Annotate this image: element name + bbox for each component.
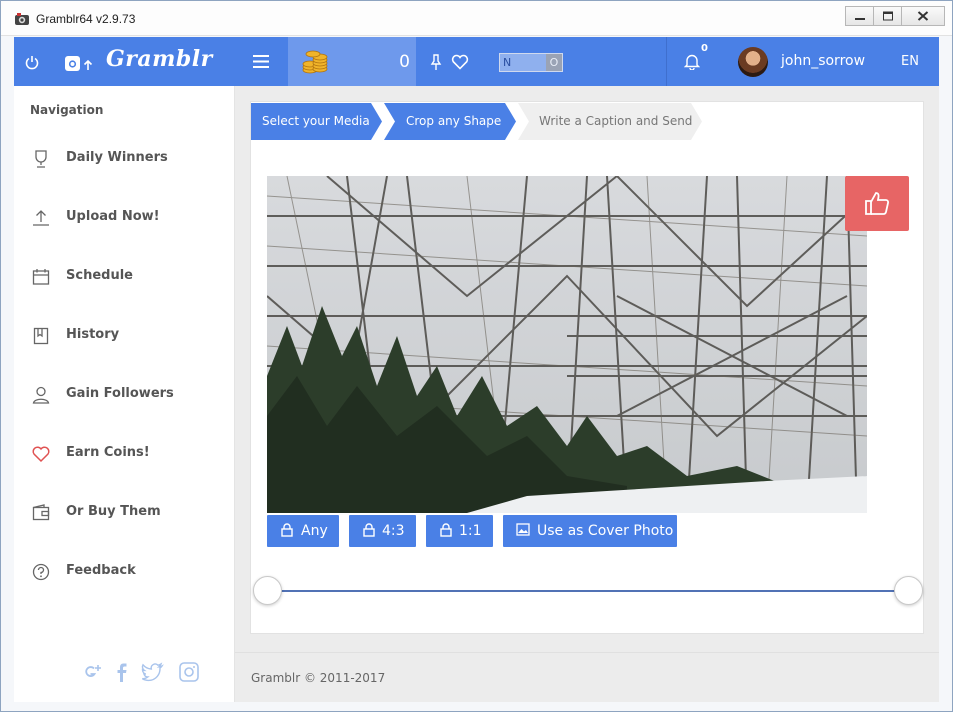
app-icon bbox=[15, 13, 29, 25]
maximize-icon bbox=[882, 11, 893, 21]
minimize-icon bbox=[854, 18, 865, 20]
sidebar-item-label: Feedback bbox=[66, 563, 136, 578]
minimize-button[interactable] bbox=[845, 6, 873, 26]
image-icon bbox=[516, 523, 530, 536]
social-links bbox=[82, 661, 212, 687]
sidebar-item-label: Or Buy Them bbox=[66, 504, 161, 519]
app-header: Gramblr 0 N O 0 john_sorrow EN bbox=[14, 37, 939, 86]
sidebar-item-earn-coins[interactable]: Earn Coins! bbox=[14, 436, 235, 472]
sidebar-item-or-buy-them[interactable]: Or Buy Them bbox=[14, 495, 235, 531]
lock-icon bbox=[363, 523, 375, 537]
mode-toggle[interactable]: N O bbox=[499, 53, 563, 72]
window-controls bbox=[845, 6, 945, 26]
wizard-steps: Select your Media Crop any Shape Write a… bbox=[251, 103, 925, 140]
copyright-text: Gramblr © 2011-2017 bbox=[251, 671, 386, 685]
crop-any-label: Any bbox=[301, 523, 328, 539]
power-icon[interactable] bbox=[25, 55, 39, 70]
crop-4-3-label: 4:3 bbox=[382, 523, 405, 539]
avatar[interactable] bbox=[738, 47, 768, 77]
heart-icon[interactable] bbox=[451, 54, 469, 70]
sidebar-item-label: Gain Followers bbox=[66, 386, 174, 401]
bookmark-icon bbox=[33, 327, 49, 345]
step-select-media[interactable]: Select your Media bbox=[251, 103, 370, 140]
crop-1-1-button[interactable]: 1:1 bbox=[426, 515, 493, 547]
lock-icon bbox=[440, 523, 452, 537]
maximize-button[interactable] bbox=[873, 6, 901, 26]
sidebar-item-label: Daily Winners bbox=[66, 150, 168, 165]
crop-1-1-label: 1:1 bbox=[459, 523, 482, 539]
zoom-slider[interactable] bbox=[253, 576, 923, 606]
sidebar: Navigation Daily Winners Upload Now! Sch… bbox=[14, 86, 235, 702]
instagram-icon[interactable] bbox=[178, 661, 200, 683]
cover-photo-button[interactable]: Use as Cover Photo bbox=[503, 515, 677, 547]
coins-count: 0 bbox=[399, 52, 410, 72]
step-write-caption[interactable]: Write a Caption and Send bbox=[528, 103, 692, 140]
close-icon bbox=[917, 11, 929, 21]
step-crop-shape[interactable]: Crop any Shape bbox=[395, 103, 501, 140]
user-area: 0 john_sorrow EN bbox=[666, 37, 939, 86]
app-window: Gramblr64 v2.9.73 Gramblr 0 N O 0 john_s… bbox=[0, 0, 953, 712]
footer: Gramblr © 2011-2017 bbox=[235, 652, 939, 702]
trophy-icon bbox=[35, 150, 47, 168]
sidebar-item-daily-winners[interactable]: Daily Winners bbox=[14, 141, 235, 177]
slider-handle-right[interactable] bbox=[894, 576, 923, 605]
lock-icon bbox=[281, 523, 293, 537]
thumbs-up-icon bbox=[865, 192, 890, 215]
notification-count: 0 bbox=[701, 43, 708, 54]
cover-photo-label: Use as Cover Photo bbox=[537, 523, 674, 539]
media-preview[interactable] bbox=[267, 176, 867, 513]
language-selector[interactable]: EN bbox=[901, 54, 919, 69]
header-divider bbox=[666, 37, 667, 86]
instagram-upload-icon[interactable] bbox=[64, 54, 94, 72]
sidebar-item-label: Earn Coins! bbox=[66, 445, 150, 460]
user-icon bbox=[32, 386, 50, 404]
pin-icon[interactable] bbox=[430, 54, 442, 71]
wallet-icon bbox=[32, 504, 50, 521]
editor-card: Select your Media Crop any Shape Write a… bbox=[250, 101, 924, 634]
toggle-left-label: N bbox=[503, 56, 512, 69]
menu-icon[interactable] bbox=[253, 55, 269, 68]
app-logo: Gramblr bbox=[106, 46, 213, 72]
crop-4-3-button[interactable]: 4:3 bbox=[349, 515, 416, 547]
sidebar-item-label: History bbox=[66, 327, 120, 342]
like-button[interactable] bbox=[845, 176, 909, 231]
sidebar-item-label: Schedule bbox=[66, 268, 133, 283]
heart-icon bbox=[32, 446, 50, 463]
calendar-icon bbox=[32, 269, 50, 285]
sidebar-item-history[interactable]: History bbox=[14, 318, 235, 354]
title-bar: Gramblr64 v2.9.73 bbox=[1, 1, 952, 36]
bell-icon[interactable] bbox=[684, 53, 700, 70]
sidebar-item-upload-now[interactable]: Upload Now! bbox=[14, 200, 235, 236]
slider-track[interactable] bbox=[267, 590, 909, 592]
coins-panel[interactable]: 0 bbox=[288, 37, 416, 86]
facebook-icon[interactable] bbox=[114, 661, 128, 683]
slider-handle-left[interactable] bbox=[253, 576, 282, 605]
question-icon bbox=[32, 563, 50, 581]
coins-icon bbox=[302, 50, 328, 74]
sidebar-item-schedule[interactable]: Schedule bbox=[14, 259, 235, 295]
google-plus-icon[interactable] bbox=[82, 661, 104, 683]
crop-any-button[interactable]: Any bbox=[267, 515, 339, 547]
main-area: Select your Media Crop any Shape Write a… bbox=[235, 86, 939, 652]
username[interactable]: john_sorrow bbox=[781, 53, 865, 69]
toggle-knob[interactable]: O bbox=[546, 54, 562, 71]
sidebar-item-feedback[interactable]: Feedback bbox=[14, 554, 235, 590]
upload-icon bbox=[33, 210, 49, 226]
sidebar-item-gain-followers[interactable]: Gain Followers bbox=[14, 377, 235, 413]
twitter-icon[interactable] bbox=[140, 661, 164, 683]
close-button[interactable] bbox=[901, 6, 945, 26]
window-title: Gramblr64 v2.9.73 bbox=[36, 12, 136, 26]
sidebar-item-label: Upload Now! bbox=[66, 209, 160, 224]
nav-title: Navigation bbox=[30, 103, 104, 117]
